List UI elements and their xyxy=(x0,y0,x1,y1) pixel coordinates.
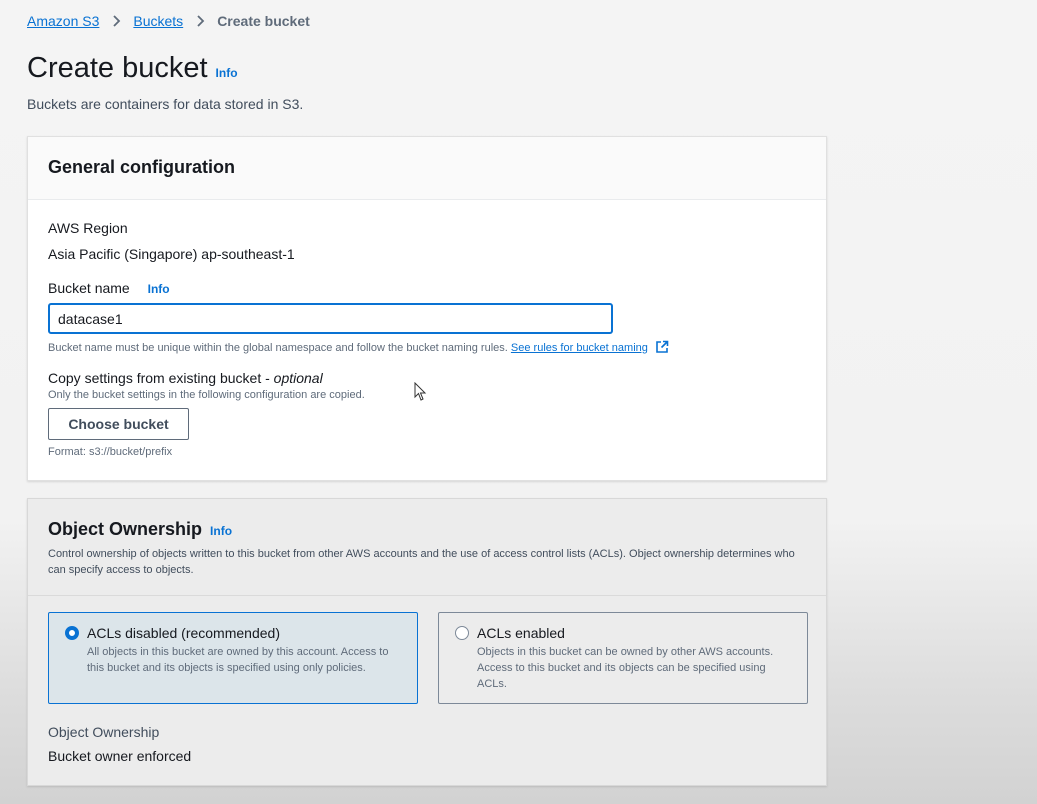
object-ownership-header: Object Ownership Info Control ownership … xyxy=(28,499,826,596)
external-link-icon[interactable] xyxy=(655,340,669,357)
acls-enabled-option[interactable]: ACLs enabled Objects in this bucket can … xyxy=(438,612,808,704)
acls-disabled-option[interactable]: ACLs disabled (recommended) All objects … xyxy=(48,612,418,704)
copy-settings-label: Copy settings from existing bucket - opt… xyxy=(48,370,323,386)
acls-enabled-description: Objects in this bucket can be owned by o… xyxy=(477,646,774,690)
object-ownership-info-link[interactable]: Info xyxy=(210,524,232,538)
bucket-name-label: Bucket name Info xyxy=(48,280,170,296)
object-ownership-description: Control ownership of objects written to … xyxy=(48,548,795,576)
acls-enabled-radio[interactable] xyxy=(455,626,469,640)
object-ownership-panel: Object Ownership Info Control ownership … xyxy=(27,498,827,786)
object-ownership-field-label: Object Ownership xyxy=(48,724,160,740)
bucket-name-hint-text: Bucket name must be unique within the gl… xyxy=(48,342,508,354)
mouse-cursor-icon xyxy=(414,382,427,401)
bucket-name-label-text: Bucket name xyxy=(48,280,130,296)
format-hint: Format: s3://bucket/prefix xyxy=(48,446,173,458)
general-configuration-panel: General configuration AWS Region Asia Pa… xyxy=(27,136,827,481)
chevron-right-icon xyxy=(111,15,121,27)
choose-bucket-button[interactable]: Choose bucket xyxy=(48,408,189,440)
object-ownership-title: Object Ownership Info xyxy=(48,519,806,540)
general-configuration-title: General configuration xyxy=(48,157,236,177)
breadcrumb-current: Create bucket xyxy=(217,13,310,29)
object-ownership-title-text: Object Ownership xyxy=(48,519,203,539)
bucket-name-hint: Bucket name must be unique within the gl… xyxy=(48,340,669,357)
breadcrumb: Amazon S3 Buckets Create bucket xyxy=(27,13,310,29)
acls-enabled-label: ACLs enabled xyxy=(477,625,565,641)
bucket-naming-rules-link[interactable]: See rules for bucket naming xyxy=(511,342,648,354)
copy-settings-optional: optional xyxy=(273,370,323,386)
breadcrumb-buckets[interactable]: Buckets xyxy=(133,13,183,29)
object-ownership-field-value: Bucket owner enforced xyxy=(48,748,192,764)
acls-disabled-label: ACLs disabled (recommended) xyxy=(87,625,280,641)
bucket-name-input[interactable] xyxy=(48,303,613,334)
page-title-text: Create bucket xyxy=(27,52,208,84)
page-description: Buckets are containers for data stored i… xyxy=(27,96,304,112)
copy-settings-hint: Only the bucket settings in the followin… xyxy=(48,389,365,401)
aws-region-value: Asia Pacific (Singapore) ap-southeast-1 xyxy=(48,246,295,262)
bucket-name-info-link[interactable]: Info xyxy=(148,282,170,296)
acls-disabled-radio[interactable] xyxy=(65,626,79,640)
acls-disabled-description: All objects in this bucket are owned by … xyxy=(87,646,389,674)
general-configuration-header: General configuration xyxy=(28,137,826,200)
page-title: Create bucket Info xyxy=(27,52,238,85)
aws-region-label: AWS Region xyxy=(48,220,128,236)
page-info-link[interactable]: Info xyxy=(216,66,238,80)
copy-settings-label-text: Copy settings from existing bucket - xyxy=(48,370,274,386)
chevron-right-icon xyxy=(195,15,205,27)
breadcrumb-amazon-s3[interactable]: Amazon S3 xyxy=(27,13,99,29)
